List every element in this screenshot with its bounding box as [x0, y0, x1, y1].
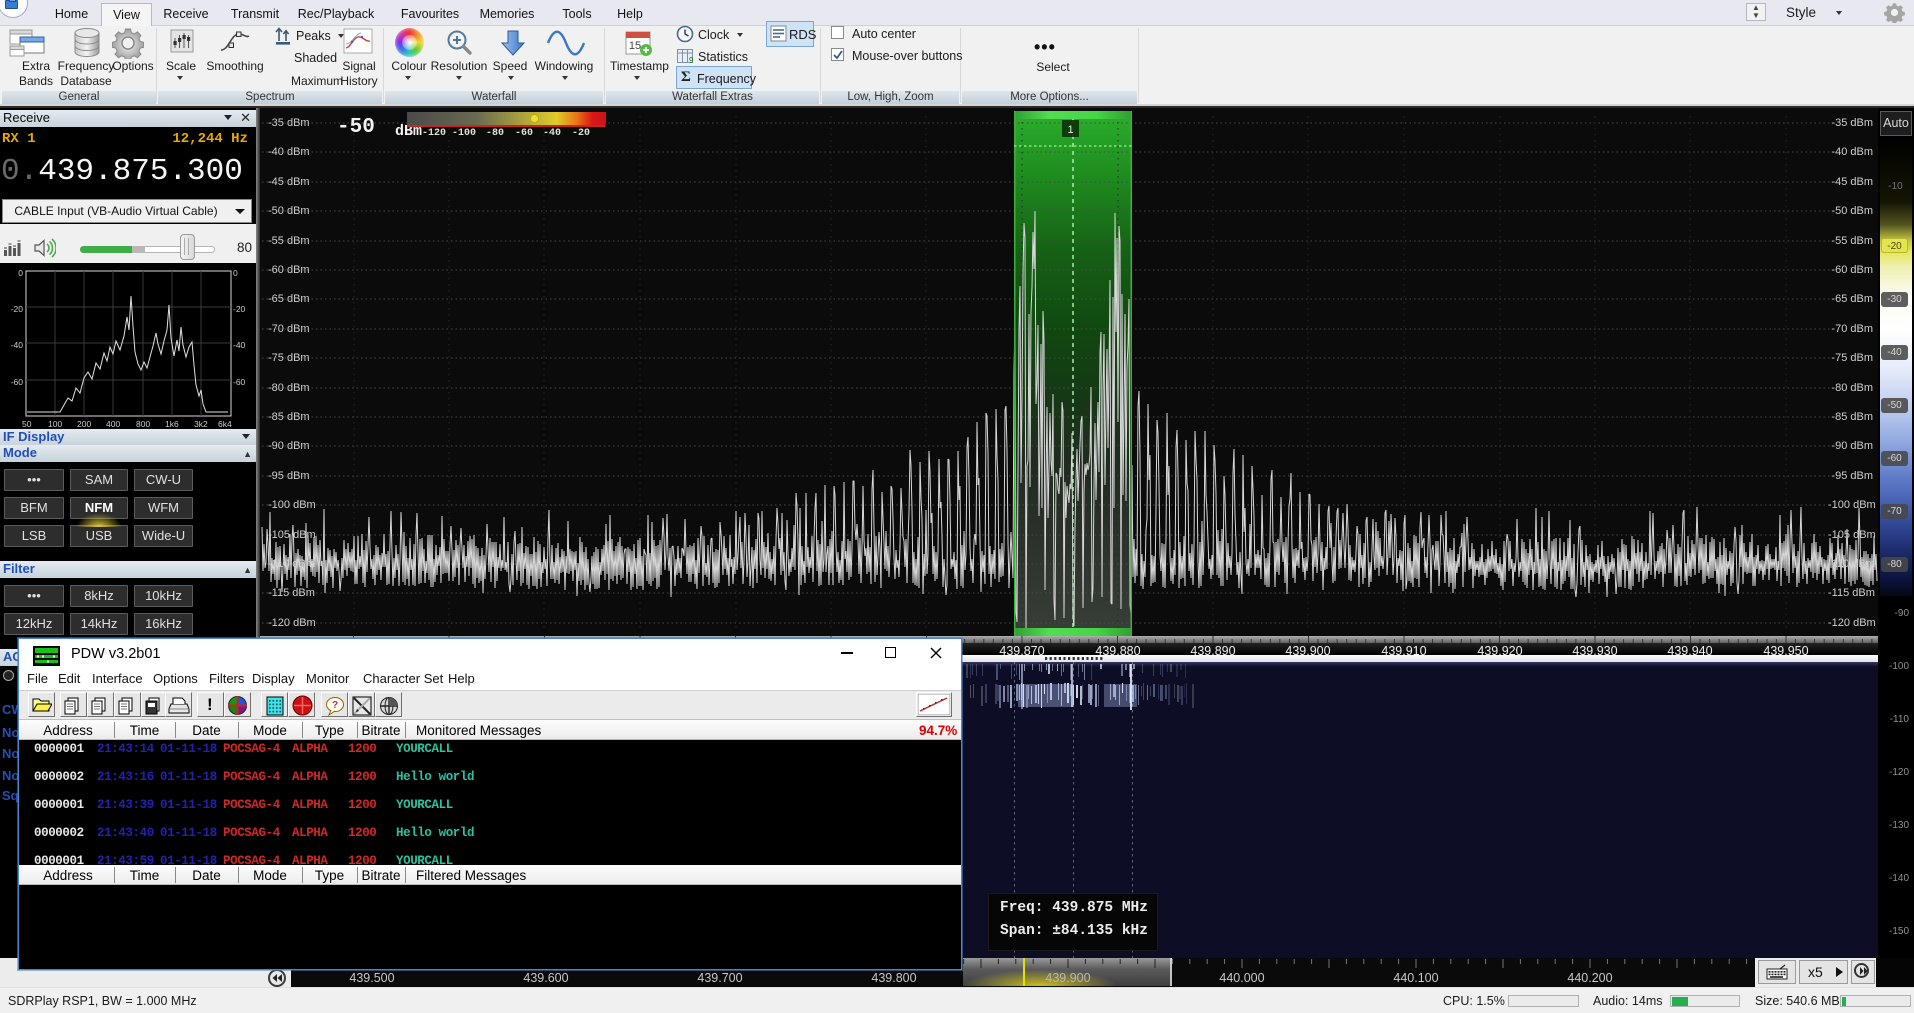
svg-text:?: ?: [332, 700, 338, 711]
